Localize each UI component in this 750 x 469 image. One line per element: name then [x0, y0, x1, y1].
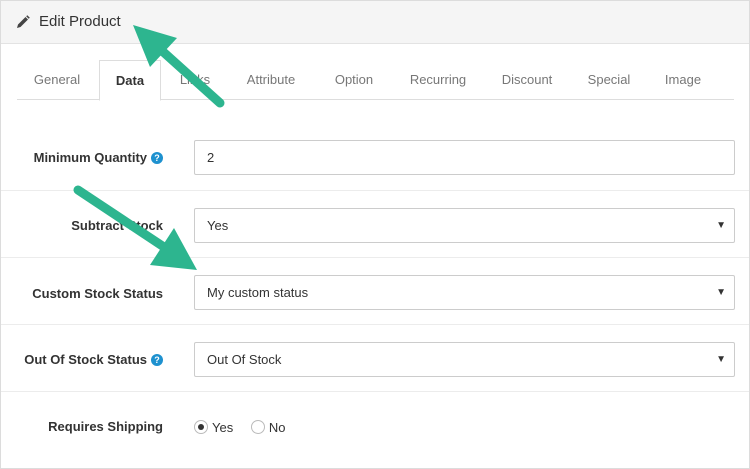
minimum-quantity-input[interactable]: 2 — [194, 140, 735, 175]
out-of-stock-status-label: Out Of Stock Status? — [24, 352, 163, 367]
tab-image[interactable]: Image — [653, 60, 713, 100]
form-row-minimum-quantity: Minimum Quantity? 2 — [1, 123, 749, 190]
custom-stock-status-select[interactable]: My custom status ▼ — [194, 275, 735, 310]
subtract-stock-value: Yes — [207, 218, 229, 233]
caret-down-icon: ▼ — [716, 287, 726, 298]
requires-shipping-label: Requires Shipping — [48, 419, 163, 434]
form-row-out-of-stock-status: Out Of Stock Status? Out Of Stock ▼ — [1, 324, 749, 391]
tab-special[interactable]: Special — [575, 60, 643, 100]
form-row-custom-stock-status: Custom Stock Status My custom status ▼ — [1, 257, 749, 324]
form-row-subtract-stock: Subtract Stock Yes ▼ — [1, 190, 749, 257]
help-icon[interactable]: ? — [151, 152, 163, 164]
minimum-quantity-label: Minimum Quantity? — [34, 150, 163, 165]
requires-shipping-yes-radio[interactable] — [194, 420, 208, 434]
tab-general[interactable]: General — [17, 60, 97, 100]
product-form-panel: Edit Product General Data Links Attribut… — [0, 0, 750, 469]
tab-attribute[interactable]: Attribute — [235, 60, 307, 100]
requires-shipping-yes-label[interactable]: Yes — [212, 420, 233, 435]
caret-down-icon: ▼ — [716, 354, 726, 365]
subtract-stock-label: Subtract Stock — [71, 218, 163, 233]
tab-option[interactable]: Option — [321, 60, 387, 100]
requires-shipping-no-radio[interactable] — [250, 420, 265, 434]
help-icon[interactable]: ? — [151, 354, 163, 366]
page-title: Edit Product — [39, 13, 121, 30]
requires-shipping-radio-group: Yes No — [194, 420, 285, 435]
out-of-stock-status-select[interactable]: Out Of Stock ▼ — [194, 342, 735, 377]
pencil-icon — [17, 15, 30, 28]
out-of-stock-status-value: Out Of Stock — [207, 352, 282, 367]
requires-shipping-no-label[interactable]: No — [269, 420, 286, 435]
caret-down-icon: ▼ — [716, 220, 726, 231]
tab-links[interactable]: Links — [165, 60, 225, 100]
panel-heading: Edit Product — [1, 1, 749, 44]
tab-bar: General Data Links Attribute Option Recu… — [17, 60, 734, 101]
tab-discount[interactable]: Discount — [489, 60, 565, 100]
custom-stock-status-value: My custom status — [207, 285, 309, 300]
subtract-stock-select[interactable]: Yes ▼ — [194, 208, 735, 243]
custom-stock-status-label: Custom Stock Status — [32, 286, 163, 301]
tab-recurring[interactable]: Recurring — [399, 60, 477, 100]
form-row-requires-shipping: Requires Shipping Yes No — [1, 391, 749, 469]
tab-data[interactable]: Data — [99, 60, 161, 101]
